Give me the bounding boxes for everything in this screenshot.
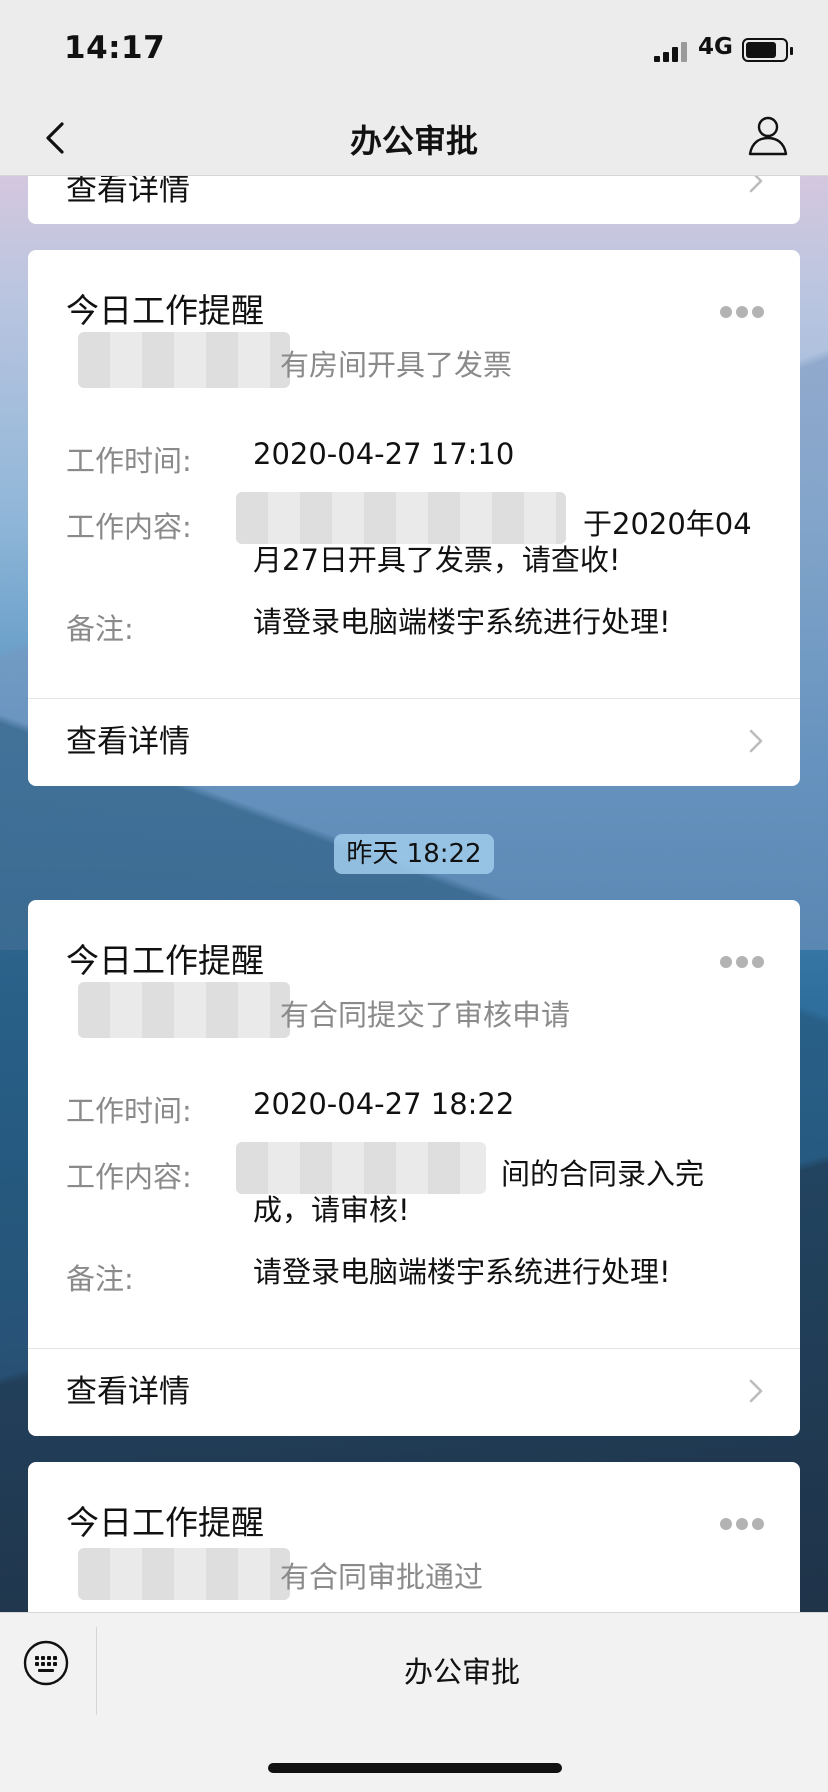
card-subtitle: 有合同审批通过 <box>280 1560 484 1594</box>
redacted-name <box>78 982 290 1038</box>
status-time: 14:17 <box>64 30 166 66</box>
message-card-invoice: 今日工作提醒 有房间开具了发票 工作时间: 2020-04-27 17:10 工… <box>28 250 800 786</box>
card-subtitle: 有合同提交了审核申请 <box>280 998 571 1032</box>
card-title: 今日工作提醒 <box>66 1503 264 1542</box>
card-divider <box>28 698 800 699</box>
menu-office-approval[interactable]: 办公审批 <box>96 1649 828 1691</box>
work-content-label: 工作内容: <box>66 1160 192 1194</box>
signal-icon <box>654 42 690 62</box>
remark-value: 请登录电脑端楼宇系统进行处理! <box>253 1255 671 1289</box>
time-separator: 昨天 18:22 <box>334 834 494 874</box>
work-time-label: 工作时间: <box>66 1094 192 1128</box>
remark-value: 请登录电脑端楼宇系统进行处理! <box>253 605 671 639</box>
remark-label: 备注: <box>66 612 134 646</box>
remark-label: 备注: <box>66 1262 134 1296</box>
more-dots-icon[interactable] <box>720 1518 764 1532</box>
chevron-right-icon[interactable] <box>746 726 766 756</box>
chevron-right-icon[interactable] <box>746 1376 766 1406</box>
card-divider <box>28 1348 800 1349</box>
card-title: 今日工作提醒 <box>66 941 264 980</box>
more-dots-icon[interactable] <box>720 306 764 320</box>
message-card-contract-review: 今日工作提醒 有合同提交了审核申请 工作时间: 2020-04-27 18:22… <box>28 900 800 1436</box>
work-content-label: 工作内容: <box>66 510 192 544</box>
view-details-link[interactable]: 查看详情 <box>66 1366 190 1411</box>
user-profile-icon[interactable] <box>744 112 792 160</box>
card-title: 今日工作提醒 <box>66 291 264 330</box>
nav-bar: 办公审批 <box>0 100 828 176</box>
page-title: 办公审批 <box>349 122 478 160</box>
more-dots-icon[interactable] <box>720 956 764 970</box>
work-time-value: 2020-04-27 18:22 <box>253 1087 515 1121</box>
work-time-value: 2020-04-27 17:10 <box>253 437 515 471</box>
battery-icon <box>742 38 793 62</box>
redacted-name <box>78 1548 290 1600</box>
redacted-name <box>78 332 290 388</box>
work-content-value: 间的合同录入完成，请审核! <box>253 1157 705 1227</box>
home-indicator[interactable] <box>268 1763 562 1773</box>
view-details-link[interactable]: 查看详情 <box>66 716 190 761</box>
status-bar: 14:17 4G <box>0 0 828 100</box>
work-time-label: 工作时间: <box>66 444 192 478</box>
keyboard-icon[interactable] <box>22 1639 70 1687</box>
bottom-menu-bar: 办公审批 <box>0 1612 828 1792</box>
work-content-value: 于2020年04月27日开具了发票，请查收! <box>253 507 752 577</box>
card-subtitle: 有房间开具了发票 <box>280 348 513 382</box>
network-type: 4G <box>698 34 733 60</box>
